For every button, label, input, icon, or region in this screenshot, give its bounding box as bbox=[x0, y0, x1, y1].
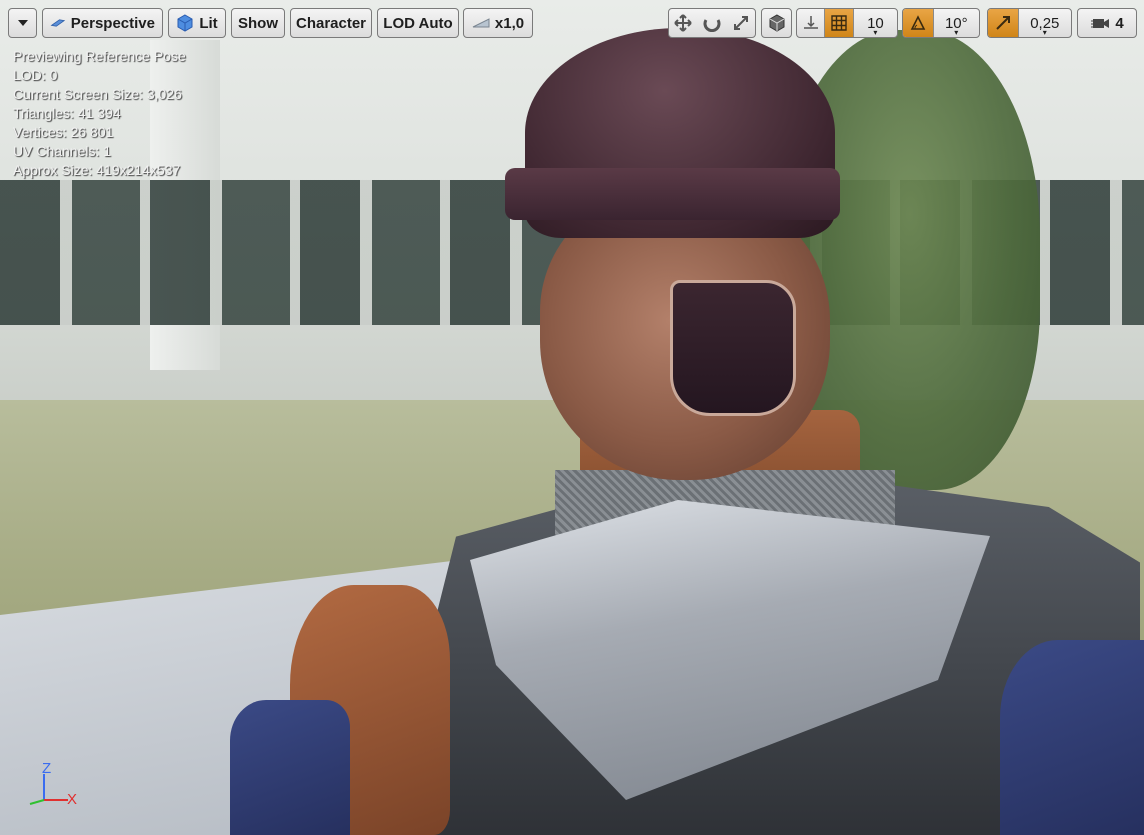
axis-gizmo: Z X bbox=[18, 760, 88, 820]
lit-label: Lit bbox=[199, 14, 218, 32]
lod-text: LOD: 0 bbox=[13, 67, 58, 83]
scale-arrow-icon bbox=[996, 16, 1010, 30]
camera-speed-label: 4 bbox=[1115, 14, 1124, 32]
character-helmet-band[interactable] bbox=[505, 168, 840, 220]
viewport-options-button[interactable] bbox=[8, 8, 37, 38]
scale-snap-value[interactable]: 0,25 ▾ bbox=[1019, 9, 1071, 37]
rotation-snap-toggle[interactable] bbox=[903, 9, 933, 37]
align-surface-icon bbox=[803, 16, 818, 29]
chevron-down-icon bbox=[17, 20, 28, 26]
perspective-label: Perspective bbox=[70, 14, 155, 32]
rotate-tool[interactable] bbox=[698, 9, 727, 37]
grid-snap-group: 10 ▾ bbox=[796, 8, 898, 38]
preview-mode-text: Previewing Reference Pose bbox=[13, 48, 186, 64]
axis-gizmo-icon bbox=[29, 774, 68, 805]
angle-icon bbox=[910, 15, 926, 30]
viewport-toolbar: Perspective Lit Show Character LOD Auto … bbox=[0, 0, 1144, 44]
axis-z-label: Z bbox=[42, 760, 52, 777]
perspective-icon bbox=[50, 19, 66, 27]
surface-snap-button[interactable] bbox=[761, 8, 792, 38]
character-button[interactable]: Character bbox=[290, 8, 372, 38]
perspective-button[interactable]: Perspective bbox=[42, 8, 163, 38]
character-cheek-guard[interactable] bbox=[670, 280, 796, 416]
triangles-text: Triangles: 41 394 bbox=[13, 105, 121, 121]
uv-channels-text: UV Channels: 1 bbox=[13, 143, 112, 159]
grid-icon bbox=[831, 15, 847, 31]
character-label: Character bbox=[295, 14, 367, 32]
axis-x-label: X bbox=[67, 791, 78, 808]
rotation-snap-group: 10° ▾ bbox=[902, 8, 980, 38]
viewport-stats: Previewing Reference Pose LOD: 0 Current… bbox=[13, 47, 186, 180]
character-sleeve-left[interactable] bbox=[230, 700, 350, 835]
transform-tools bbox=[668, 8, 756, 38]
scale-snap-group: 0,25 ▾ bbox=[987, 8, 1072, 38]
move-icon bbox=[674, 14, 693, 32]
lod-label: LOD Auto bbox=[383, 14, 453, 32]
camera-icon bbox=[1091, 19, 1110, 28]
lit-cube-icon bbox=[177, 14, 193, 32]
playback-speed-button[interactable]: x1,0 bbox=[463, 8, 533, 38]
grid-snap-value[interactable]: 10 ▾ bbox=[854, 9, 897, 37]
surface-align-toggle[interactable] bbox=[797, 9, 824, 37]
speed-icon bbox=[472, 18, 490, 28]
scale-tool[interactable] bbox=[726, 9, 755, 37]
vertices-text: Vertices: 26 801 bbox=[13, 124, 114, 140]
cube-icon bbox=[769, 14, 784, 32]
viewport[interactable]: Perspective Lit Show Character LOD Auto … bbox=[0, 0, 1144, 835]
translate-tool[interactable] bbox=[669, 9, 698, 37]
scale-snap-toggle[interactable] bbox=[988, 9, 1018, 37]
view-mode-button[interactable]: Lit bbox=[168, 8, 226, 38]
chevron-down-icon: ▾ bbox=[1042, 28, 1047, 37]
character-sleeve-right[interactable] bbox=[1000, 640, 1144, 835]
chevron-down-icon: ▾ bbox=[954, 28, 959, 37]
speed-label: x1,0 bbox=[494, 14, 525, 32]
screen-size-text: Current Screen Size: 3,026 bbox=[13, 86, 182, 102]
lod-button[interactable]: LOD Auto bbox=[377, 8, 459, 38]
rotation-snap-value[interactable]: 10° ▾ bbox=[934, 9, 979, 37]
approx-size-text: Approx Size: 419x214x537 bbox=[13, 162, 181, 178]
show-button[interactable]: Show bbox=[231, 8, 285, 38]
show-label: Show bbox=[238, 14, 278, 32]
scale-icon bbox=[733, 16, 748, 30]
camera-speed-button[interactable]: 4 bbox=[1077, 8, 1137, 38]
grid-snap-toggle[interactable] bbox=[825, 9, 853, 37]
rotate-icon bbox=[703, 19, 721, 32]
chevron-down-icon: ▾ bbox=[873, 28, 878, 37]
